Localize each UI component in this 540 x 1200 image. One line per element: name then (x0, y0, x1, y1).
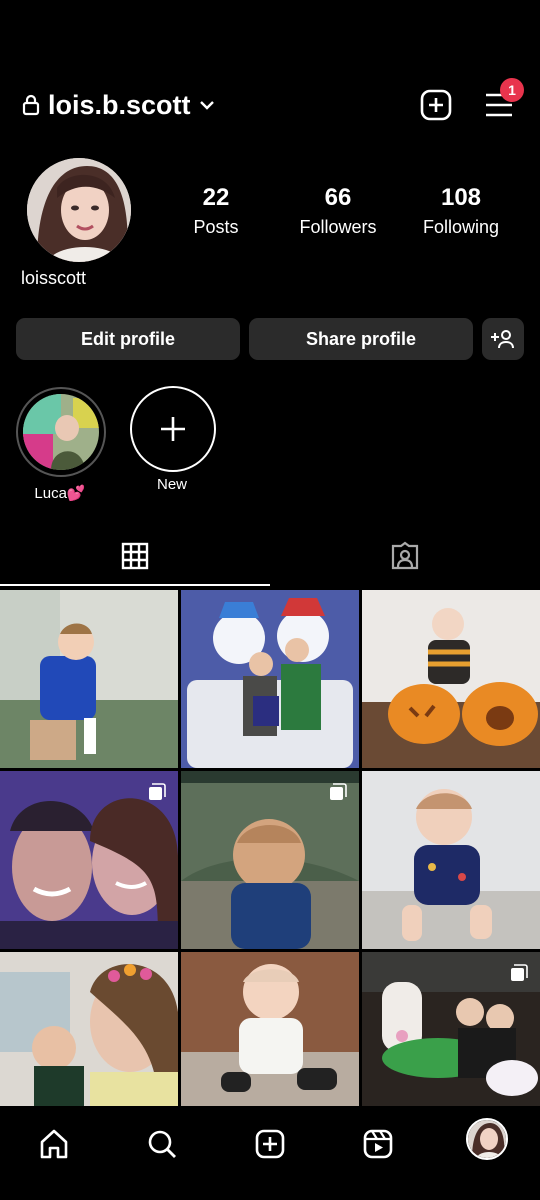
multi-photo-icon (330, 783, 347, 800)
post-tile[interactable] (181, 952, 359, 1106)
post-tile[interactable] (181, 590, 359, 768)
highlight-luca[interactable] (16, 387, 106, 477)
post-8-photo (181, 952, 359, 1106)
tab-tagged[interactable] (270, 530, 540, 582)
post-tile[interactable] (0, 952, 178, 1106)
nav-create[interactable] (246, 1120, 294, 1168)
username: lois.b.scott (48, 89, 191, 120)
post-1-photo (0, 590, 178, 768)
profile-avatar[interactable] (27, 158, 131, 262)
post-7-photo (0, 952, 178, 1106)
create-icon (420, 89, 452, 121)
posts-label: Posts (193, 217, 239, 237)
posts-stat[interactable]: 22 Posts (151, 184, 281, 239)
nav-search[interactable] (138, 1120, 186, 1168)
multi-photo-icon (511, 964, 528, 981)
create-icon (255, 1129, 285, 1159)
account-switcher[interactable]: lois.b.scott (22, 86, 215, 124)
post-2-photo (181, 590, 359, 768)
followers-count: 66 (324, 184, 352, 211)
post-3-photo (362, 590, 540, 768)
followers-stat[interactable]: 66 Followers (273, 184, 403, 239)
followers-label: Followers (299, 217, 377, 237)
share-profile-button[interactable]: Share profile (249, 318, 473, 360)
post-tile[interactable] (362, 952, 540, 1106)
discover-people-button[interactable] (482, 318, 524, 360)
home-icon (40, 1129, 68, 1159)
create-button[interactable] (418, 87, 454, 123)
following-count: 108 (440, 184, 482, 211)
plus-icon (161, 417, 185, 441)
tagged-icon (391, 541, 419, 570)
post-tile[interactable] (0, 590, 178, 768)
grid-icon (121, 542, 149, 570)
post-6-photo (362, 771, 540, 949)
display-name: loisscott (21, 268, 87, 288)
highlight-luca-label: Luca💕 (34, 485, 86, 502)
active-tab-indicator (0, 584, 270, 586)
profile-photo-small (468, 1120, 506, 1158)
profile-photo (27, 158, 131, 262)
nav-home[interactable] (30, 1120, 78, 1168)
chevron-down-icon (199, 101, 214, 110)
bottom-nav (0, 1106, 540, 1200)
following-stat[interactable]: 108 Following (396, 184, 526, 239)
reels-icon (363, 1129, 393, 1159)
edit-profile-button[interactable]: Edit profile (16, 318, 240, 360)
search-icon (148, 1130, 176, 1158)
nav-reels[interactable] (354, 1120, 402, 1168)
highlight-luca-cover (23, 394, 99, 470)
nav-profile-avatar[interactable] (466, 1118, 508, 1160)
following-label: Following (422, 217, 500, 237)
notification-badge: 1 (500, 78, 524, 102)
multi-photo-icon (149, 783, 166, 800)
new-highlight-label: New (156, 476, 187, 493)
add-person-icon (491, 330, 514, 349)
post-tile[interactable] (362, 771, 540, 949)
post-tile[interactable] (0, 771, 178, 949)
post-tile[interactable] (362, 590, 540, 768)
posts-count: 22 (202, 184, 230, 211)
new-highlight-button[interactable] (130, 386, 216, 472)
lock-icon (22, 94, 40, 116)
tab-posts-grid[interactable] (0, 530, 270, 582)
post-tile[interactable] (181, 771, 359, 949)
